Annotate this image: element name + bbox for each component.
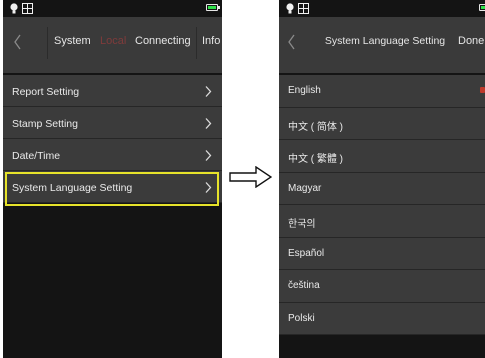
tab-divider [47, 27, 48, 59]
language-label: 한국의 [288, 219, 316, 230]
grid-icon [298, 3, 309, 14]
language-label: Polski [288, 312, 315, 324]
language-label: English [288, 85, 321, 96]
back-icon[interactable] [286, 32, 298, 52]
battery-icon [206, 4, 220, 11]
chevron-right-icon [205, 86, 212, 97]
language-option-chinese-simplified[interactable]: 中文 ( 简体 ) [279, 107, 485, 140]
bulb-icon [286, 3, 294, 14]
language-option-magyar[interactable]: Magyar [279, 172, 485, 205]
menu-item-label: Stamp Setting [12, 118, 78, 130]
menu-item-label: Date/Time [12, 150, 61, 162]
language-label: 中文 ( 繁體 ) [288, 154, 343, 165]
grid-icon [22, 3, 33, 14]
language-option-espanol[interactable]: Español [279, 237, 485, 270]
language-label: 中文 ( 简体 ) [288, 121, 343, 133]
status-bar [279, 0, 485, 17]
tab-bar: System Local Connecting Info [3, 17, 222, 73]
tab-local[interactable]: Local [100, 35, 126, 47]
language-option-english[interactable]: English [279, 75, 485, 108]
language-label: čeština [288, 280, 320, 291]
menu-item-date-time[interactable]: Date/Time [3, 139, 222, 171]
language-label: Español [288, 247, 325, 259]
language-option-chinese-traditional[interactable]: 中文 ( 繁體 ) [279, 140, 485, 173]
selected-check-icon [480, 87, 485, 93]
left-phone-screen: System Local Connecting Info Report Sett… [3, 0, 222, 358]
right-phone-screen: System Language Setting Done English 中文 … [279, 0, 485, 358]
bulb-icon [10, 3, 18, 14]
tab-connecting[interactable]: Connecting [135, 35, 191, 47]
page-title: System Language Setting [324, 35, 446, 47]
language-option-korean[interactable]: 한국의 [279, 205, 485, 238]
chevron-right-icon [205, 150, 212, 161]
highlight-box [5, 172, 219, 206]
done-button[interactable]: Done [458, 35, 484, 47]
tab-divider [196, 27, 197, 59]
battery-icon [479, 4, 485, 11]
title-bar: System Language Setting Done [279, 17, 485, 73]
menu-item-label: Report Setting [12, 86, 80, 98]
language-label: Magyar [288, 182, 322, 194]
chevron-right-icon [205, 118, 212, 129]
menu-item-stamp-setting[interactable]: Stamp Setting [3, 107, 222, 139]
language-list: English 中文 ( 简体 ) 中文 ( 繁體 ) Magyar 한국의 E… [279, 73, 485, 335]
language-option-cestina[interactable]: čeština [279, 270, 485, 303]
arrow-right-icon [229, 166, 272, 188]
tab-info[interactable]: Info [202, 35, 220, 47]
back-icon[interactable] [12, 32, 24, 52]
menu-item-report-setting[interactable]: Report Setting [3, 75, 222, 107]
status-bar [3, 0, 222, 17]
tab-system[interactable]: System [54, 35, 91, 47]
language-option-polski[interactable]: Polski [279, 302, 485, 335]
